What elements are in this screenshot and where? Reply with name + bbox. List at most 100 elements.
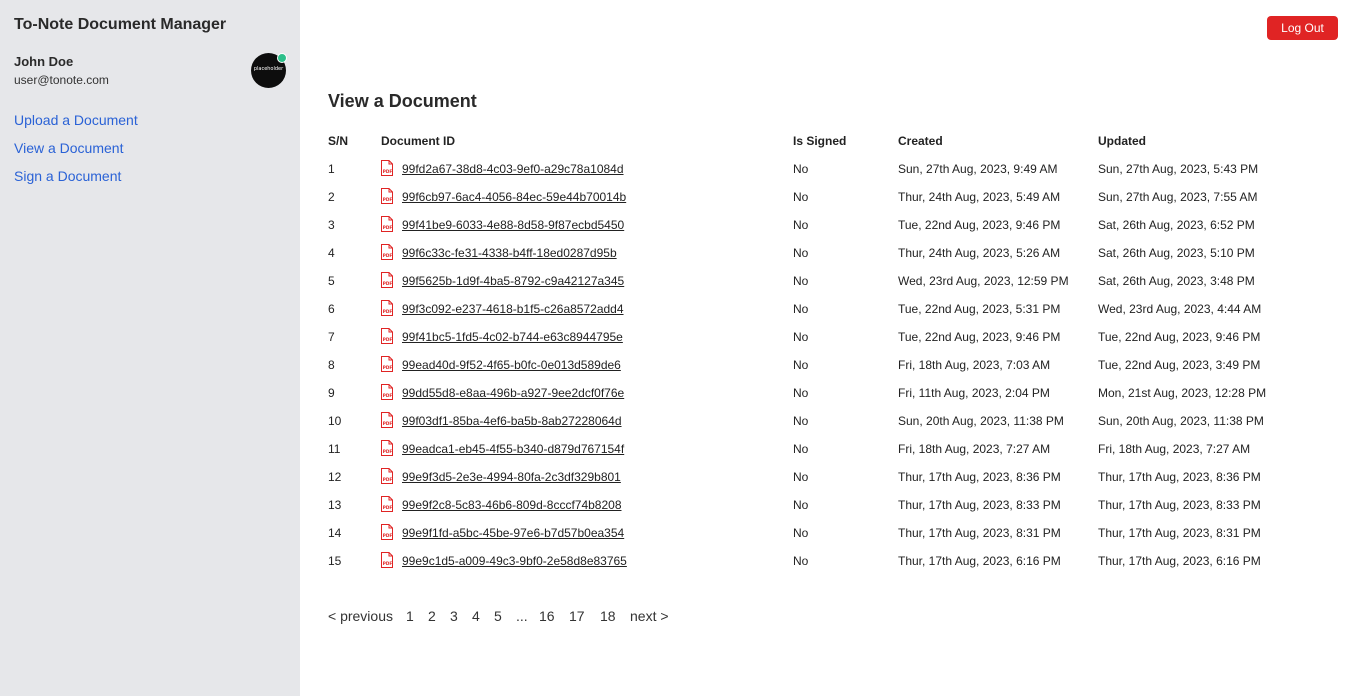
updated-date: Sun, 27th Aug, 2023, 7:55 AM [1098,190,1258,204]
pagination-page[interactable]: 3 [450,608,458,624]
updated-date: Tue, 22nd Aug, 2023, 9:46 PM [1098,330,1261,344]
avatar[interactable]: placeholder [251,53,287,88]
created-date: Sun, 20th Aug, 2023, 11:38 PM [898,414,1064,428]
table-row: 2 PDF 99f6cb97-6ac4-4056-84ec-59e44b70014b… [328,188,1338,217]
table-row: 5 PDF 99f5625b-1d9f-4ba5-8792-c9a42127a345… [328,272,1338,301]
column-header-is-signed: Is Signed [793,134,847,148]
table-row: 8 PDF 99ead40d-9f52-4f65-b0fc-0e013d589de6… [328,356,1338,385]
logout-button[interactable]: Log Out [1267,16,1338,40]
row-sn: 15 [328,554,342,568]
is-signed-value: No [793,414,809,428]
svg-text:PDF: PDF [383,561,393,566]
created-date: Sun, 27th Aug, 2023, 9:49 AM [898,162,1058,176]
row-sn: 10 [328,414,342,428]
document-id-link[interactable]: 99eadca1-eb45-4f55-b340-d879d767154f [402,441,624,457]
pdf-file-icon: PDF [380,216,394,232]
row-sn: 11 [328,442,341,456]
pagination-page[interactable]: 4 [472,608,480,624]
created-date: Thur, 17th Aug, 2023, 8:36 PM [898,470,1061,484]
is-signed-value: No [793,218,809,232]
document-id-link[interactable]: 99e9f3d5-2e3e-4994-80fa-2c3df329b801 [402,469,621,485]
document-id-link[interactable]: 99f3c092-e237-4618-b1f5-c26a8572add4 [402,301,624,317]
created-date: Fri, 18th Aug, 2023, 7:27 AM [898,442,1051,456]
row-sn: 7 [328,330,335,344]
user-email: user@tonote.com [14,73,109,87]
pagination-page[interactable]: 5 [494,608,502,624]
pagination-previous[interactable]: < previous [328,608,393,624]
document-id-link[interactable]: 99f6c33c-fe31-4338-b4ff-18ed0287d95b [402,245,617,261]
pdf-file-icon: PDF [380,272,394,288]
pagination-next[interactable]: next > [630,608,669,624]
updated-date: Fri, 18th Aug, 2023, 7:27 AM [1098,442,1251,456]
pdf-file-icon: PDF [380,552,394,568]
svg-text:PDF: PDF [383,169,393,174]
table-row: 13 PDF 99e9f2c8-5c83-46b6-809d-8cccf74b820… [328,496,1338,525]
document-id-link[interactable]: 99f03df1-85ba-4ef6-ba5b-8ab27228064d [402,413,622,429]
document-id-link[interactable]: 99e9c1d5-a009-49c3-9bf0-2e58d8e83765 [402,553,627,569]
table-row: 7 PDF 99f41bc5-1fd5-4c02-b744-e63c8944795e… [328,328,1338,357]
table-row: 11 PDF 99eadca1-eb45-4f55-b340-d879d767154… [328,440,1338,469]
row-sn: 4 [328,246,335,260]
pagination-ellipsis: ... [516,608,528,624]
document-id-link[interactable]: 99ead40d-9f52-4f65-b0fc-0e013d589de6 [402,357,621,373]
updated-date: Thur, 17th Aug, 2023, 6:16 PM [1098,554,1261,568]
pagination-page[interactable]: 18 [600,608,616,624]
pagination-page[interactable]: 1 [406,608,414,624]
row-sn: 12 [328,470,342,484]
table-row: 1 PDF 99fd2a67-38d8-4c03-9ef0-a29c78a1084d… [328,160,1338,189]
document-id-link[interactable]: 99dd55d8-e8aa-496b-a927-9ee2dcf0f76e [402,385,624,401]
nav-view-document[interactable]: View a Document [14,140,123,156]
is-signed-value: No [793,246,809,260]
nav-upload-document[interactable]: Upload a Document [14,112,138,128]
document-id-link[interactable]: 99f41be9-6033-4e88-8d58-9f87ecbd5450 [402,217,624,233]
pagination-page[interactable]: 16 [539,608,555,624]
created-date: Thur, 24th Aug, 2023, 5:26 AM [898,246,1061,260]
user-name: John Doe [14,54,74,69]
pagination-page[interactable]: 2 [428,608,436,624]
document-id-link[interactable]: 99e9f1fd-a5bc-45be-97e6-b7d57b0ea354 [402,525,624,541]
is-signed-value: No [793,526,809,540]
is-signed-value: No [793,330,809,344]
svg-text:PDF: PDF [383,365,393,370]
pdf-file-icon: PDF [380,300,394,316]
is-signed-value: No [793,386,809,400]
svg-text:PDF: PDF [383,449,393,454]
row-sn: 6 [328,302,335,316]
svg-text:PDF: PDF [383,197,393,202]
pdf-file-icon: PDF [380,468,394,484]
svg-text:PDF: PDF [383,477,393,482]
is-signed-value: No [793,470,809,484]
updated-date: Thur, 17th Aug, 2023, 8:31 PM [1098,526,1261,540]
document-id-link[interactable]: 99f41bc5-1fd5-4c02-b744-e63c8944795e [402,329,623,345]
document-id-link[interactable]: 99f6cb97-6ac4-4056-84ec-59e44b70014b [402,189,626,205]
pdf-file-icon: PDF [380,524,394,540]
table-row: 9 PDF 99dd55d8-e8aa-496b-a927-9ee2dcf0f76e… [328,384,1338,413]
created-date: Thur, 24th Aug, 2023, 5:49 AM [898,190,1061,204]
document-id-link[interactable]: 99e9f2c8-5c83-46b6-809d-8cccf74b8208 [402,497,622,513]
table-row: 14 PDF 99e9f1fd-a5bc-45be-97e6-b7d57b0ea35… [328,524,1338,553]
svg-text:PDF: PDF [383,533,393,538]
row-sn: 8 [328,358,335,372]
updated-date: Sat, 26th Aug, 2023, 6:52 PM [1098,218,1255,232]
row-sn: 5 [328,274,335,288]
table-row: 12 PDF 99e9f3d5-2e3e-4994-80fa-2c3df329b80… [328,468,1338,497]
row-sn: 3 [328,218,335,232]
created-date: Wed, 23rd Aug, 2023, 12:59 PM [898,274,1069,288]
created-date: Thur, 17th Aug, 2023, 6:16 PM [898,554,1061,568]
created-date: Thur, 17th Aug, 2023, 8:31 PM [898,526,1061,540]
document-id-link[interactable]: 99f5625b-1d9f-4ba5-8792-c9a42127a345 [402,273,624,289]
updated-date: Thur, 17th Aug, 2023, 8:33 PM [1098,498,1261,512]
svg-text:PDF: PDF [383,505,393,510]
updated-date: Sun, 27th Aug, 2023, 5:43 PM [1098,162,1259,176]
is-signed-value: No [793,274,809,288]
pdf-file-icon: PDF [380,328,394,344]
is-signed-value: No [793,358,809,372]
pagination-page[interactable]: 17 [569,608,585,624]
nav-sign-document[interactable]: Sign a Document [14,168,121,184]
column-header-updated: Updated [1098,134,1146,148]
svg-text:PDF: PDF [383,253,393,258]
document-id-link[interactable]: 99fd2a67-38d8-4c03-9ef0-a29c78a1084d [402,161,624,177]
svg-text:PDF: PDF [383,309,393,314]
updated-date: Sun, 20th Aug, 2023, 11:38 PM [1098,414,1264,428]
row-sn: 9 [328,386,335,400]
